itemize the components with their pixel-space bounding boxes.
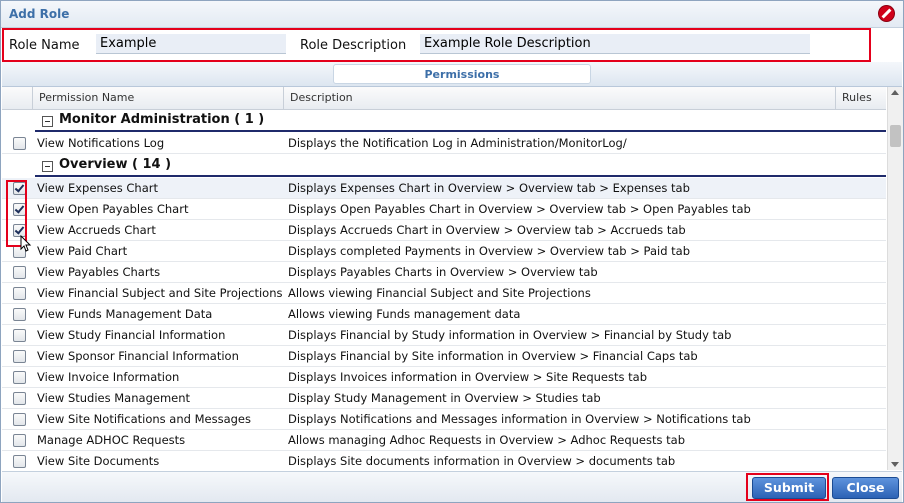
role-form: Role Name Role Description	[2, 28, 871, 62]
grid-header: Permission Name Description Rules	[2, 87, 886, 110]
group-divider	[35, 175, 886, 177]
table-row[interactable]: View Site Notifications and Messages Disp…	[2, 409, 886, 430]
permission-description: Displays Payables Charts in Overview > O…	[288, 265, 598, 279]
mouse-cursor-icon	[20, 235, 32, 252]
scroll-up-arrow-icon[interactable]	[891, 90, 899, 95]
close-dialog-icon[interactable]	[879, 6, 894, 21]
column-header-description[interactable]: Description	[283, 87, 835, 109]
role-name-input[interactable]	[96, 34, 286, 54]
title-bar: Add Role	[1, 1, 903, 28]
group-name: Overview ( 14 )	[59, 157, 172, 172]
table-row[interactable]: View Paid Chart Displays completed Paymen…	[2, 241, 886, 262]
scroll-down-arrow-icon[interactable]	[891, 462, 899, 467]
group-name: Monitor Administration ( 1 )	[59, 112, 265, 127]
permission-description: Allows viewing Funds management data	[288, 307, 521, 321]
permission-description: Displays Invoices information in Overvie…	[288, 370, 648, 384]
permission-description: Displays Open Payables Chart in Overview…	[288, 202, 751, 216]
permission-description: Display Study Management in Overview > S…	[288, 391, 601, 405]
permission-description: Displays Notifications and Messages info…	[288, 412, 751, 426]
permission-checkbox[interactable]	[13, 329, 26, 342]
permission-checkbox[interactable]	[13, 308, 26, 321]
permission-checkbox[interactable]	[13, 350, 26, 363]
column-header-permission-name[interactable]: Permission Name	[32, 87, 283, 109]
scroll-thumb[interactable]	[890, 125, 901, 147]
permission-name: View Financial Subject and Site Projecti…	[37, 286, 283, 300]
permissions-grid: Permission Name Description Rules Monito…	[2, 87, 903, 470]
table-row[interactable]: View Study Financial Information Displays…	[2, 325, 886, 346]
table-row[interactable]: View Studies Management Display Study Man…	[2, 388, 886, 409]
permission-description: Allows viewing Financial Subject and Sit…	[288, 286, 591, 300]
permission-name: View Invoice Information	[37, 370, 180, 384]
table-row[interactable]: View Accrueds Chart Displays Accrueds Cha…	[2, 220, 886, 241]
tab-permissions[interactable]: Permissions	[333, 64, 591, 84]
table-row[interactable]: View Expenses Chart Displays Expenses Cha…	[2, 178, 886, 199]
table-row[interactable]: View Site Documents Displays Site documen…	[2, 451, 886, 470]
vertical-scrollbar[interactable]	[887, 87, 903, 470]
collapse-icon[interactable]	[42, 161, 53, 172]
permission-checkbox[interactable]	[13, 371, 26, 384]
checkbox-column-header	[2, 87, 32, 109]
permission-description: Displays Financial by Site information i…	[288, 349, 698, 363]
table-row[interactable]: View Funds Management Data Allows viewing…	[2, 304, 886, 325]
close-button[interactable]: Close	[832, 477, 899, 499]
permission-name: View Funds Management Data	[37, 307, 213, 321]
permission-name: View Study Financial Information	[37, 328, 226, 342]
permission-name: View Accrueds Chart	[37, 223, 156, 237]
permission-name: View Notifications Log	[37, 136, 165, 150]
submit-highlight-box	[746, 473, 829, 501]
table-row[interactable]: View Financial Subject and Site Projecti…	[2, 283, 886, 304]
permission-description: Displays Expenses Chart in Overview > Ov…	[288, 181, 690, 195]
permission-checkbox[interactable]	[13, 455, 26, 468]
column-header-rules[interactable]: Rules	[835, 87, 886, 109]
role-description-label: Role Description	[300, 38, 407, 53]
permission-name: View Site Documents	[37, 454, 160, 468]
permission-description: Displays Accrueds Chart in Overview > Ov…	[288, 223, 686, 237]
permission-description: Displays completed Payments in Overview …	[288, 244, 691, 258]
group-header[interactable]: Monitor Administration ( 1 )	[2, 110, 886, 132]
permission-description: Displays the Notification Log in Adminis…	[288, 136, 627, 150]
group-divider	[35, 130, 886, 132]
permission-name: View Open Payables Chart	[37, 202, 189, 216]
group-header[interactable]: Overview ( 14 )	[2, 155, 886, 177]
tab-strip: Permissions	[2, 62, 902, 87]
role-name-label: Role Name	[9, 38, 80, 53]
grid-body: Monitor Administration ( 1 ) View Notific…	[2, 110, 886, 470]
permission-checkbox[interactable]	[13, 287, 26, 300]
table-row[interactable]: View Invoice Information Displays Invoice…	[2, 367, 886, 388]
table-row[interactable]: View Open Payables Chart Displays Open Pa…	[2, 199, 886, 220]
table-row[interactable]: View Notifications Log Displays the Notif…	[2, 133, 886, 154]
permission-description: Allows managing Adhoc Requests in Overvi…	[288, 433, 686, 447]
add-role-dialog: Add Role Role Name Role Description Perm…	[0, 0, 904, 503]
dialog-title: Add Role	[9, 7, 70, 21]
permission-name: View Payables Charts	[37, 265, 161, 279]
table-row[interactable]: View Sponsor Financial Information Displa…	[2, 346, 886, 367]
permission-description: Displays Financial by Study information …	[288, 328, 732, 342]
role-description-input[interactable]	[420, 34, 810, 54]
permission-checkbox[interactable]	[13, 434, 26, 447]
permission-checkbox[interactable]	[13, 413, 26, 426]
permission-name: View Expenses Chart	[37, 181, 158, 195]
permission-checkbox[interactable]	[13, 392, 26, 405]
permission-checkbox[interactable]	[13, 266, 26, 279]
permission-description: Displays Site documents information in O…	[288, 454, 676, 468]
permission-checkbox[interactable]	[13, 137, 26, 150]
permission-name: View Site Notifications and Messages	[37, 412, 251, 426]
permission-name: View Sponsor Financial Information	[37, 349, 239, 363]
table-row[interactable]: View Payables Charts Displays Payables Ch…	[2, 262, 886, 283]
permission-name: View Studies Management	[37, 391, 191, 405]
permission-name: View Paid Chart	[37, 244, 128, 258]
table-row[interactable]: Manage ADHOC Requests Allows managing Adh…	[2, 430, 886, 451]
permission-name: Manage ADHOC Requests	[37, 433, 186, 447]
collapse-icon[interactable]	[42, 116, 53, 127]
